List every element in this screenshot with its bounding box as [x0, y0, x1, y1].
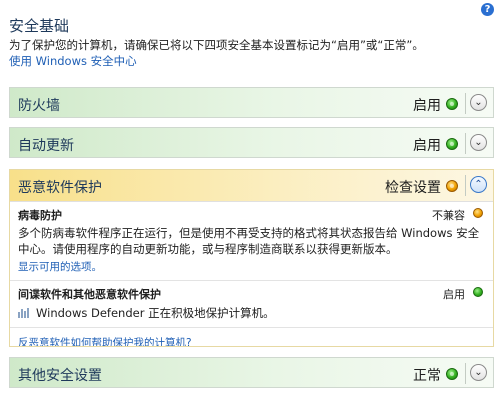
help-icon[interactable]: ?: [481, 3, 494, 16]
auto-update-status: 启用: [413, 138, 441, 154]
other-security-title: 其他安全设置: [18, 368, 102, 384]
firewall-panel[interactable]: 防火墙 启用 ⌄: [9, 87, 494, 118]
virus-protection-section: 病毒防护 不兼容 多个防病毒软件程序正在运行，但是使用不再受支持的格式将其状态报…: [10, 202, 493, 280]
windows-defender-icon: [18, 308, 30, 318]
page-description: 为了保护您的计算机，请确保已将以下四项安全基本设置标记为“启用”或“正常”。: [9, 38, 424, 52]
other-security-panel[interactable]: 其他安全设置 正常 ⌄: [9, 357, 494, 388]
firewall-title: 防火墙: [18, 98, 60, 114]
spyware-protection-text: Windows Defender 正在积极地保护计算机。: [36, 306, 275, 320]
spyware-protection-title: 间谍软件和其他恶意软件保护: [18, 288, 161, 301]
divider: [465, 133, 466, 154]
expand-chevron-icon[interactable]: ⌄: [470, 364, 487, 381]
malware-protection-status: 检查设置: [385, 180, 441, 196]
spyware-protection-section: 间谍软件和其他恶意软件保护 启用 Windows Defender 正在积极地保…: [10, 280, 493, 327]
firewall-status: 启用: [413, 98, 441, 114]
auto-update-title: 自动更新: [18, 138, 74, 154]
antimalware-help-link[interactable]: 反恶意软件如何帮助保护我的计算机?: [18, 337, 192, 346]
divider: [465, 363, 466, 384]
show-options-link[interactable]: 显示可用的选项。: [18, 259, 485, 274]
malware-protection-details: 病毒防护 不兼容 多个防病毒软件程序正在运行，但是使用不再受支持的格式将其状态报…: [10, 201, 493, 346]
collapse-chevron-icon[interactable]: ⌃: [470, 176, 487, 193]
expand-chevron-icon[interactable]: ⌄: [470, 134, 487, 151]
status-ok-icon: [473, 287, 483, 297]
divider: [465, 93, 466, 114]
divider: [465, 175, 466, 196]
status-ok-icon: [446, 98, 458, 110]
virus-protection-text: 多个防病毒软件程序正在运行，但是使用不再受支持的格式将其状态报告给 Window…: [18, 226, 480, 256]
malware-protection-panel: 恶意软件保护 检查设置 ⌃ 病毒防护 不兼容 多个防病毒软件程序正在运行，但是使…: [9, 169, 494, 347]
other-security-status: 正常: [413, 368, 441, 384]
virus-protection-status: 不兼容: [432, 209, 465, 222]
status-ok-icon: [446, 138, 458, 150]
page-title: 安全基础: [9, 17, 70, 35]
auto-update-panel[interactable]: 自动更新 启用 ⌄: [9, 127, 494, 158]
expand-chevron-icon[interactable]: ⌄: [470, 94, 487, 111]
status-warning-icon: [446, 180, 458, 192]
windows-security-center-link[interactable]: 使用 Windows 安全中心: [9, 53, 137, 69]
virus-protection-title: 病毒防护: [18, 209, 62, 222]
malware-protection-title: 恶意软件保护: [18, 180, 102, 196]
spyware-protection-status: 启用: [443, 288, 465, 301]
status-ok-icon: [446, 368, 458, 380]
malware-protection-header[interactable]: 恶意软件保护 检查设置 ⌃: [10, 170, 493, 201]
status-warning-icon: [473, 208, 483, 218]
